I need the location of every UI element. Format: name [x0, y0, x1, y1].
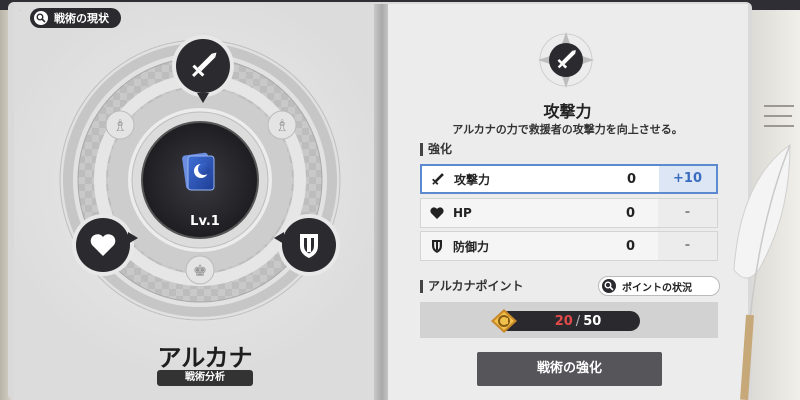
- shield-icon: [432, 240, 442, 253]
- heart-node-button[interactable]: [70, 212, 144, 278]
- points-separator: /: [575, 313, 581, 329]
- stat-name: 攻撃力: [454, 172, 491, 187]
- stat-row-defense[interactable]: 防御力 0 -: [420, 231, 718, 261]
- arcana-coin-icon: [490, 308, 518, 334]
- feather-quill-decoration: [720, 140, 800, 400]
- tactics-status-button[interactable]: 戦術の現状: [30, 8, 121, 28]
- enhance-section-heading: 強化: [420, 143, 452, 156]
- svg-text:♗: ♗: [113, 116, 127, 135]
- stat-name: HP: [453, 206, 472, 220]
- stat-value: 0: [625, 238, 636, 254]
- arcana-subtitle: 戦術分析: [157, 370, 253, 386]
- skill-description: アルカナの力で救援者の攻撃力を向上させる。: [452, 123, 683, 136]
- stat-row-attack[interactable]: 攻撃力 0 +10: [420, 164, 718, 194]
- stat-bonus: -: [658, 199, 717, 227]
- search-icon: [34, 11, 48, 25]
- skill-emblem: [536, 30, 596, 90]
- sword-icon: [432, 173, 444, 185]
- stat-value: 0: [625, 205, 636, 221]
- stat-value: 0: [626, 171, 637, 187]
- enhance-tactics-button[interactable]: 戦術の強化: [477, 352, 662, 386]
- stat-bonus: -: [658, 232, 717, 260]
- points-status-button[interactable]: ポイントの状況: [598, 276, 720, 296]
- points-status-label: ポイントの状況: [622, 282, 692, 294]
- stat-bonus: +10: [659, 166, 716, 192]
- svg-text:♗: ♗: [275, 116, 289, 135]
- points-current: 20: [554, 313, 573, 329]
- arcana-points-heading: アルカナポイント: [420, 280, 524, 293]
- stat-row-hp[interactable]: HP 0 -: [420, 198, 718, 228]
- stat-name: 防御力: [453, 239, 490, 254]
- svg-text:♚: ♚: [193, 261, 207, 280]
- skill-title: 攻撃力: [543, 102, 592, 121]
- points-counter: 20 / 50: [498, 311, 640, 331]
- heart-icon: [430, 207, 444, 219]
- arcana-title: アルカナ: [157, 344, 253, 372]
- tactics-status-label: 戦術の現状: [54, 12, 109, 25]
- points-max: 50: [583, 313, 602, 329]
- sword-node-button[interactable]: [170, 33, 236, 109]
- arcana-card-icon: [182, 152, 215, 191]
- arcana-level: Lv.1: [190, 214, 220, 229]
- shield-node-button[interactable]: [268, 212, 342, 278]
- search-icon: [602, 279, 616, 293]
